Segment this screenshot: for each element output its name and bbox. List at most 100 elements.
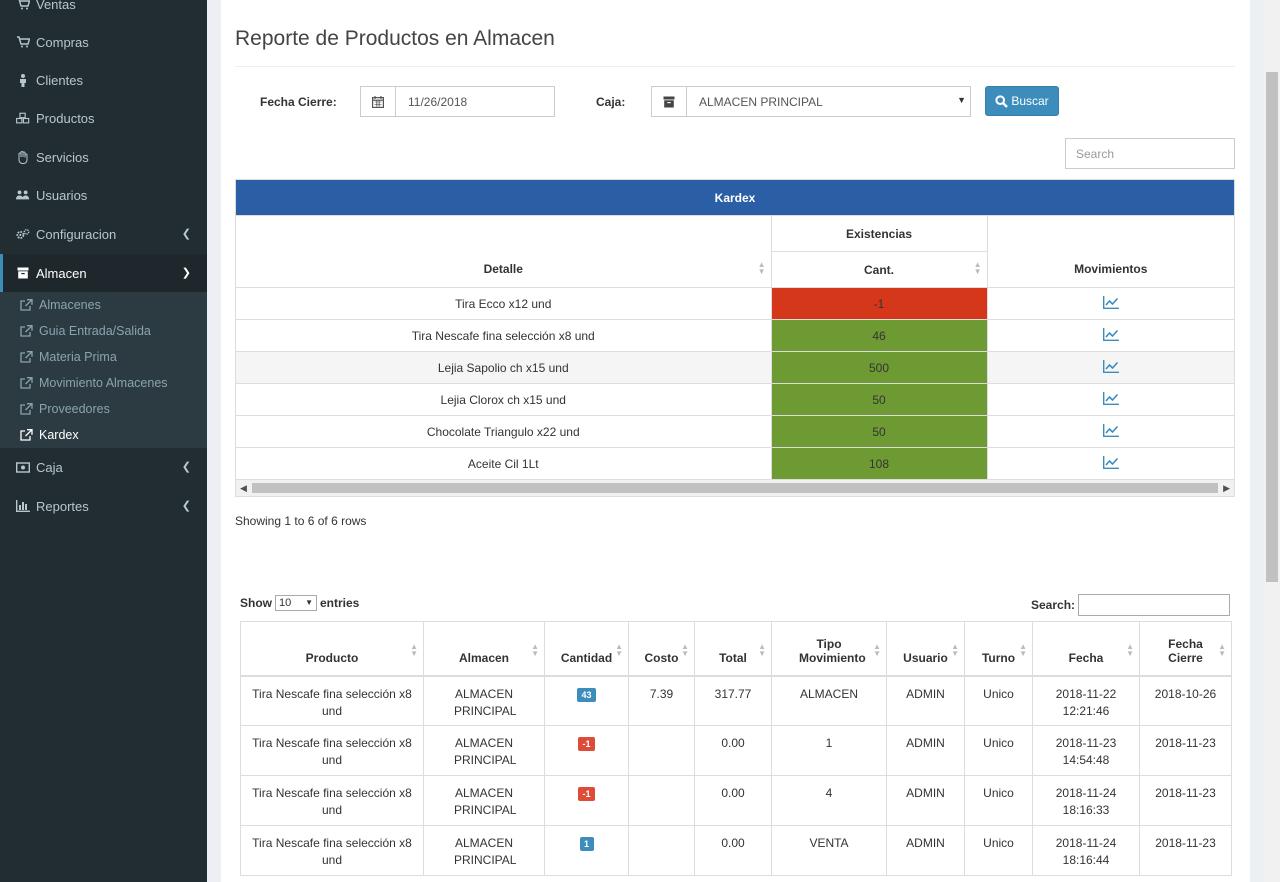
buscar-button[interactable]: Buscar [985,86,1059,116]
cell-producto: Tira Nescafe fina selección x8 und [240,775,424,826]
cell-turno: Unico [964,825,1033,876]
submenu-item-label: Guia Entrada/Salida [39,324,151,338]
cell-cantidad: 43 [544,675,629,726]
chevron-left-icon: ❮ [181,461,191,473]
sort-icon: ▲ ▼ [951,641,959,658]
sidebar-item-label: Reportes [36,498,89,514]
sidebar-item-reportes[interactable]: Reportes ❮ [0,487,207,525]
cell-total: 0.00 [694,825,772,876]
submenu-item-movimiento[interactable]: Movimiento Almacenes [0,370,207,396]
col-producto-header[interactable]: Producto ▲ ▼ [240,621,424,677]
table-search-input[interactable]: Search [1065,138,1235,169]
cell-total: 317.77 [694,675,772,726]
cantidad-badge: -1 [578,737,595,751]
vertical-scrollbar[interactable] [1264,0,1280,882]
col-tipo-movimiento-header[interactable]: Tipo Movimiento ▲ ▼ [771,621,887,677]
sidebar-item-caja[interactable]: Caja ❮ [0,448,207,486]
col-almacen-header[interactable]: Almacen ▲ ▼ [423,621,545,677]
submenu-item-almacenes[interactable]: Almacenes [0,292,207,318]
sidebar-item-label: Usuarios [36,187,88,203]
cantidad-badge: -1 [578,787,595,801]
submenu-item-guia[interactable]: Guia Entrada/Salida [0,318,207,344]
caja-select[interactable]: ALMACEN PRINCIPAL ▼ [687,87,970,116]
sidebar-item-compras[interactable]: Compras [0,23,207,61]
cell-usuario: ADMIN [886,725,965,776]
submenu-item-label: Kardex [39,428,79,442]
scrollbar-thumb[interactable] [1266,72,1278,582]
scroll-left-icon[interactable]: ◀ [240,483,247,494]
kardex-row: Chocolate Triangulo x22 und 50 [236,415,1234,448]
col-turno-header[interactable]: Turno ▲ ▼ [964,621,1033,677]
cell-producto: Tira Nescafe fina selección x8 und [240,725,424,776]
calendar-icon[interactable] [361,87,396,116]
header-label: Costo [644,650,679,665]
almacen-submenu: Almacenes Guia Entrada/Salida Materia Pr… [0,292,207,448]
sidebar-item-clientes[interactable]: Clientes [0,61,207,99]
submenu-item-materia-prima[interactable]: Materia Prima [0,344,207,370]
submenu-item-label: Materia Prima [39,350,117,364]
page-title: Reporte de Productos en Almacen [235,27,555,50]
movements-table: Producto ▲ ▼ Almacen ▲ ▼ Cantidad ▲ ▼ Costo ▲ ▼ … [240,621,1232,876]
cell-fecha-cierre: 2018-10-26 [1139,675,1232,726]
cell-tipo: 4 [771,775,887,826]
sidebar-item-label: Productos [36,110,95,126]
kardex-movimientos [986,383,1234,416]
line-chart-icon[interactable] [1102,295,1119,309]
title-divider [235,66,1235,67]
submenu-item-label: Almacenes [39,298,101,312]
col-cant-header[interactable]: Cant. ▲ ▼ [770,251,988,288]
sidebar-item-productos[interactable]: Productos [0,99,207,137]
col-fecha-cierre-header[interactable]: Fecha Cierre ▲ ▼ [1139,621,1232,677]
kardex-row: Tira Ecco x12 und -1 [236,287,1234,320]
archive-icon [652,87,687,116]
kardex-cant: 46 [770,319,987,352]
submenu-item-kardex[interactable]: Kardex [0,422,207,448]
col-costo-header[interactable]: Costo ▲ ▼ [628,621,695,677]
chevron-left-icon: ❮ [181,500,191,512]
header-label: Usuario [903,650,948,665]
table-row: Tira Nescafe fina selección x8 und ALMAC… [240,825,1232,876]
dt-search-input[interactable] [1078,594,1230,616]
submenu-item-proveedores[interactable]: Proveedores [0,396,207,422]
col-total-header[interactable]: Total ▲ ▼ [694,621,772,677]
col-fecha-header[interactable]: Fecha ▲ ▼ [1032,621,1140,677]
fecha-cierre-field[interactable]: 11/26/2018 [396,87,554,116]
sort-icon: ▲ ▼ [681,641,689,658]
kardex-table: Kardex Detalle ▲ ▼ Existencias Movimiento… [235,179,1235,497]
col-usuario-header[interactable]: Usuario ▲ ▼ [886,621,965,677]
sidebar-item-ventas[interactable]: Ventas [0,0,207,23]
kardex-cant: 500 [770,351,987,384]
sidebar-item-almacen[interactable]: Almacen ❯ [0,254,207,292]
table-row: Tira Nescafe fina selección x8 und ALMAC… [240,725,1232,776]
cell-costo [628,775,695,826]
sort-icon: ▲ ▼ [615,641,623,658]
entries-select[interactable]: 10 ▼ [275,595,317,611]
col-existencias-header: Existencias [770,215,988,252]
kardex-grid: Detalle ▲ ▼ Existencias Movimientos Cant.… [236,215,1234,480]
col-detalle-header[interactable]: Detalle ▲ ▼ [236,215,772,288]
sidebar-item-configuracion[interactable]: Configuracion ❮ [0,215,207,253]
cell-costo [628,725,695,776]
horizontal-scrollbar[interactable]: ◀ ▶ [236,480,1234,496]
line-chart-icon[interactable] [1102,423,1119,437]
col-cantidad-header[interactable]: Cantidad ▲ ▼ [544,621,629,677]
kardex-row: Aceite Cil 1Lt 108 [236,447,1234,480]
show-label: Show [240,596,272,610]
scroll-right-icon[interactable]: ▶ [1223,483,1230,494]
cell-turno: Unico [964,725,1033,776]
line-chart-icon[interactable] [1102,391,1119,405]
cell-cantidad: -1 [544,725,629,776]
sort-icon: ▲ ▼ [1126,641,1134,658]
line-chart-icon[interactable] [1102,359,1119,373]
sidebar-item-usuarios[interactable]: Usuarios [0,176,207,214]
sidebar-item-servicios[interactable]: Servicios [0,138,207,176]
sidebar-item-label: Clientes [36,72,83,88]
kardex-detalle: Aceite Cil 1Lt [236,447,771,480]
scrollbar-thumb[interactable] [252,483,1218,493]
chevron-left-icon: ❮ [181,228,191,240]
cell-producto: Tira Nescafe fina selección x8 und [240,675,424,726]
col-cant-label: Cant. [864,262,894,277]
line-chart-icon[interactable] [1102,327,1119,341]
cell-turno: Unico [964,775,1033,826]
line-chart-icon[interactable] [1102,455,1119,469]
